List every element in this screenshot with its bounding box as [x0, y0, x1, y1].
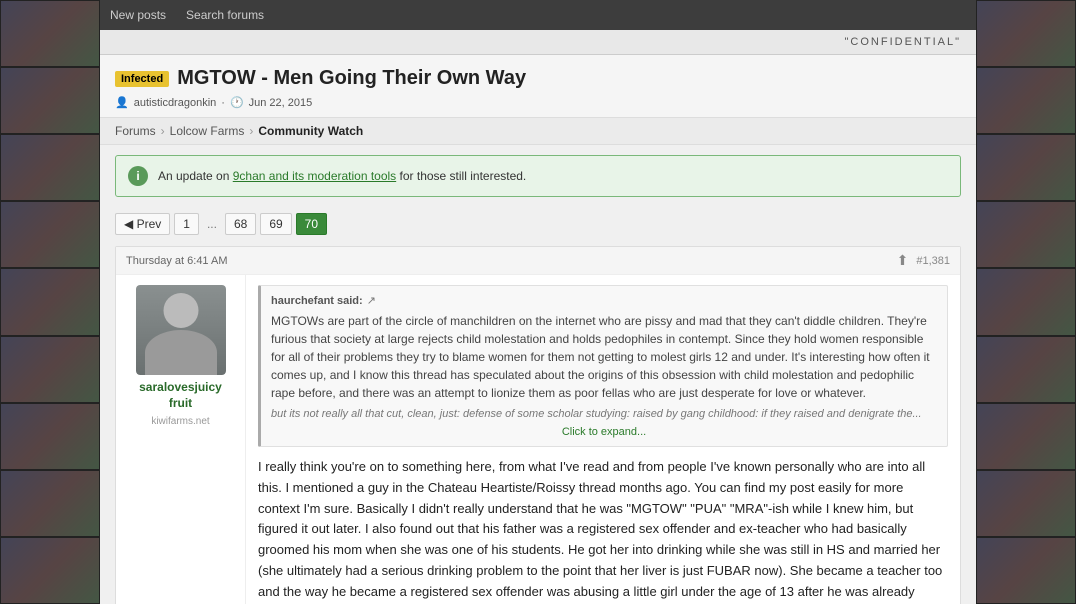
- quote-author-row: haurchefant said: ↗: [271, 294, 937, 307]
- left-anime-9: [0, 537, 100, 604]
- post-container: Thursday at 6:41 AM ⬆ #1,381 saralovesju…: [115, 246, 961, 604]
- quote-expand[interactable]: Click to expand...: [271, 426, 937, 438]
- right-anime-3: [976, 134, 1076, 201]
- info-icon: i: [128, 166, 148, 186]
- info-alert: i An update on 9chan and its moderation …: [115, 155, 961, 197]
- page-1-button[interactable]: 1: [174, 213, 199, 235]
- clock-icon: 🕐: [230, 96, 244, 109]
- right-anime-9: [976, 537, 1076, 604]
- quote-block: haurchefant said: ↗ MGTOWs are part of t…: [258, 285, 948, 447]
- page-ellipsis: ...: [203, 214, 221, 234]
- left-anime-2: [0, 67, 100, 134]
- left-anime-7: [0, 403, 100, 470]
- breadcrumb: Forums › Lolcow Farms › Community Watch: [100, 118, 976, 145]
- post-number: #1,381: [916, 255, 950, 267]
- page-70-button[interactable]: 70: [296, 213, 327, 235]
- thread-author[interactable]: autisticdragonkin: [134, 97, 217, 109]
- share-icon[interactable]: ⬆: [897, 252, 909, 269]
- main-content: New posts Search forums "CONFIDENTIAL" I…: [100, 0, 976, 604]
- left-anime-6: [0, 336, 100, 403]
- infected-badge: Infected: [115, 71, 169, 87]
- right-anime-8: [976, 470, 1076, 537]
- confidential-banner: "CONFIDENTIAL": [100, 30, 976, 55]
- breadcrumb-current: Community Watch: [258, 124, 363, 138]
- left-anime-8: [0, 470, 100, 537]
- page-68-button[interactable]: 68: [225, 213, 256, 235]
- page-69-button[interactable]: 69: [260, 213, 291, 235]
- post-timestamp: Thursday at 6:41 AM: [126, 255, 228, 267]
- thread-title-row: Infected MGTOW - Men Going Their Own Way: [115, 67, 961, 90]
- quote-hidden-text: but its not really all that cut, clean, …: [271, 408, 937, 420]
- right-side-strip: [976, 0, 1076, 604]
- author-name[interactable]: saralovesjuicy fruit: [126, 380, 235, 411]
- left-anime-1: [0, 0, 100, 67]
- expand-link[interactable]: Click to expand...: [562, 426, 646, 438]
- post-content: haurchefant said: ↗ MGTOWs are part of t…: [246, 275, 960, 604]
- breadcrumb-sep-1: ›: [161, 124, 165, 138]
- new-posts-link[interactable]: New posts: [110, 8, 166, 22]
- left-anime-3: [0, 134, 100, 201]
- prev-page-button[interactable]: ◀ Prev: [115, 213, 170, 235]
- author-site: kiwifarms.net: [151, 416, 209, 427]
- alert-text-after: for those still interested.: [400, 169, 527, 183]
- thread-title: MGTOW - Men Going Their Own Way: [177, 67, 526, 90]
- breadcrumb-lolcow[interactable]: Lolcow Farms: [170, 124, 245, 138]
- quote-author-name: haurchefant said:: [271, 295, 363, 307]
- author-icon: 👤: [115, 96, 129, 109]
- thread-date: Jun 22, 2015: [249, 97, 313, 109]
- breadcrumb-forums[interactable]: Forums: [115, 124, 156, 138]
- alert-text-before: An update on: [158, 169, 229, 183]
- thread-meta: 👤 autisticdragonkin · 🕐 Jun 22, 2015: [115, 96, 961, 109]
- pagination: ◀ Prev 1 ... 68 69 70: [100, 207, 976, 241]
- post-author: saralovesjuicy fruit kiwifarms.net: [116, 275, 246, 604]
- alert-link[interactable]: 9chan and its moderation tools: [233, 169, 396, 183]
- right-anime-7: [976, 403, 1076, 470]
- alert-text: An update on 9chan and its moderation to…: [158, 169, 526, 183]
- left-side-strip: [0, 0, 100, 604]
- breadcrumb-sep-2: ›: [249, 124, 253, 138]
- left-anime-5: [0, 268, 100, 335]
- post-body: saralovesjuicy fruit kiwifarms.net haurc…: [116, 275, 960, 604]
- right-anime-6: [976, 336, 1076, 403]
- post-header: Thursday at 6:41 AM ⬆ #1,381: [116, 247, 960, 275]
- quote-link-icon[interactable]: ↗: [367, 294, 376, 307]
- right-anime-5: [976, 268, 1076, 335]
- post-main-text: I really think you're on to something he…: [258, 457, 948, 604]
- right-anime-4: [976, 201, 1076, 268]
- avatar: [136, 285, 226, 375]
- avatar-image: [136, 285, 226, 375]
- search-forums-link[interactable]: Search forums: [186, 8, 264, 22]
- top-navigation: New posts Search forums: [100, 0, 976, 30]
- quote-text: MGTOWs are part of the circle of manchil…: [271, 312, 937, 402]
- left-anime-4: [0, 201, 100, 268]
- right-anime-1: [976, 0, 1076, 67]
- right-anime-2: [976, 67, 1076, 134]
- thread-header: Infected MGTOW - Men Going Their Own Way…: [100, 55, 976, 118]
